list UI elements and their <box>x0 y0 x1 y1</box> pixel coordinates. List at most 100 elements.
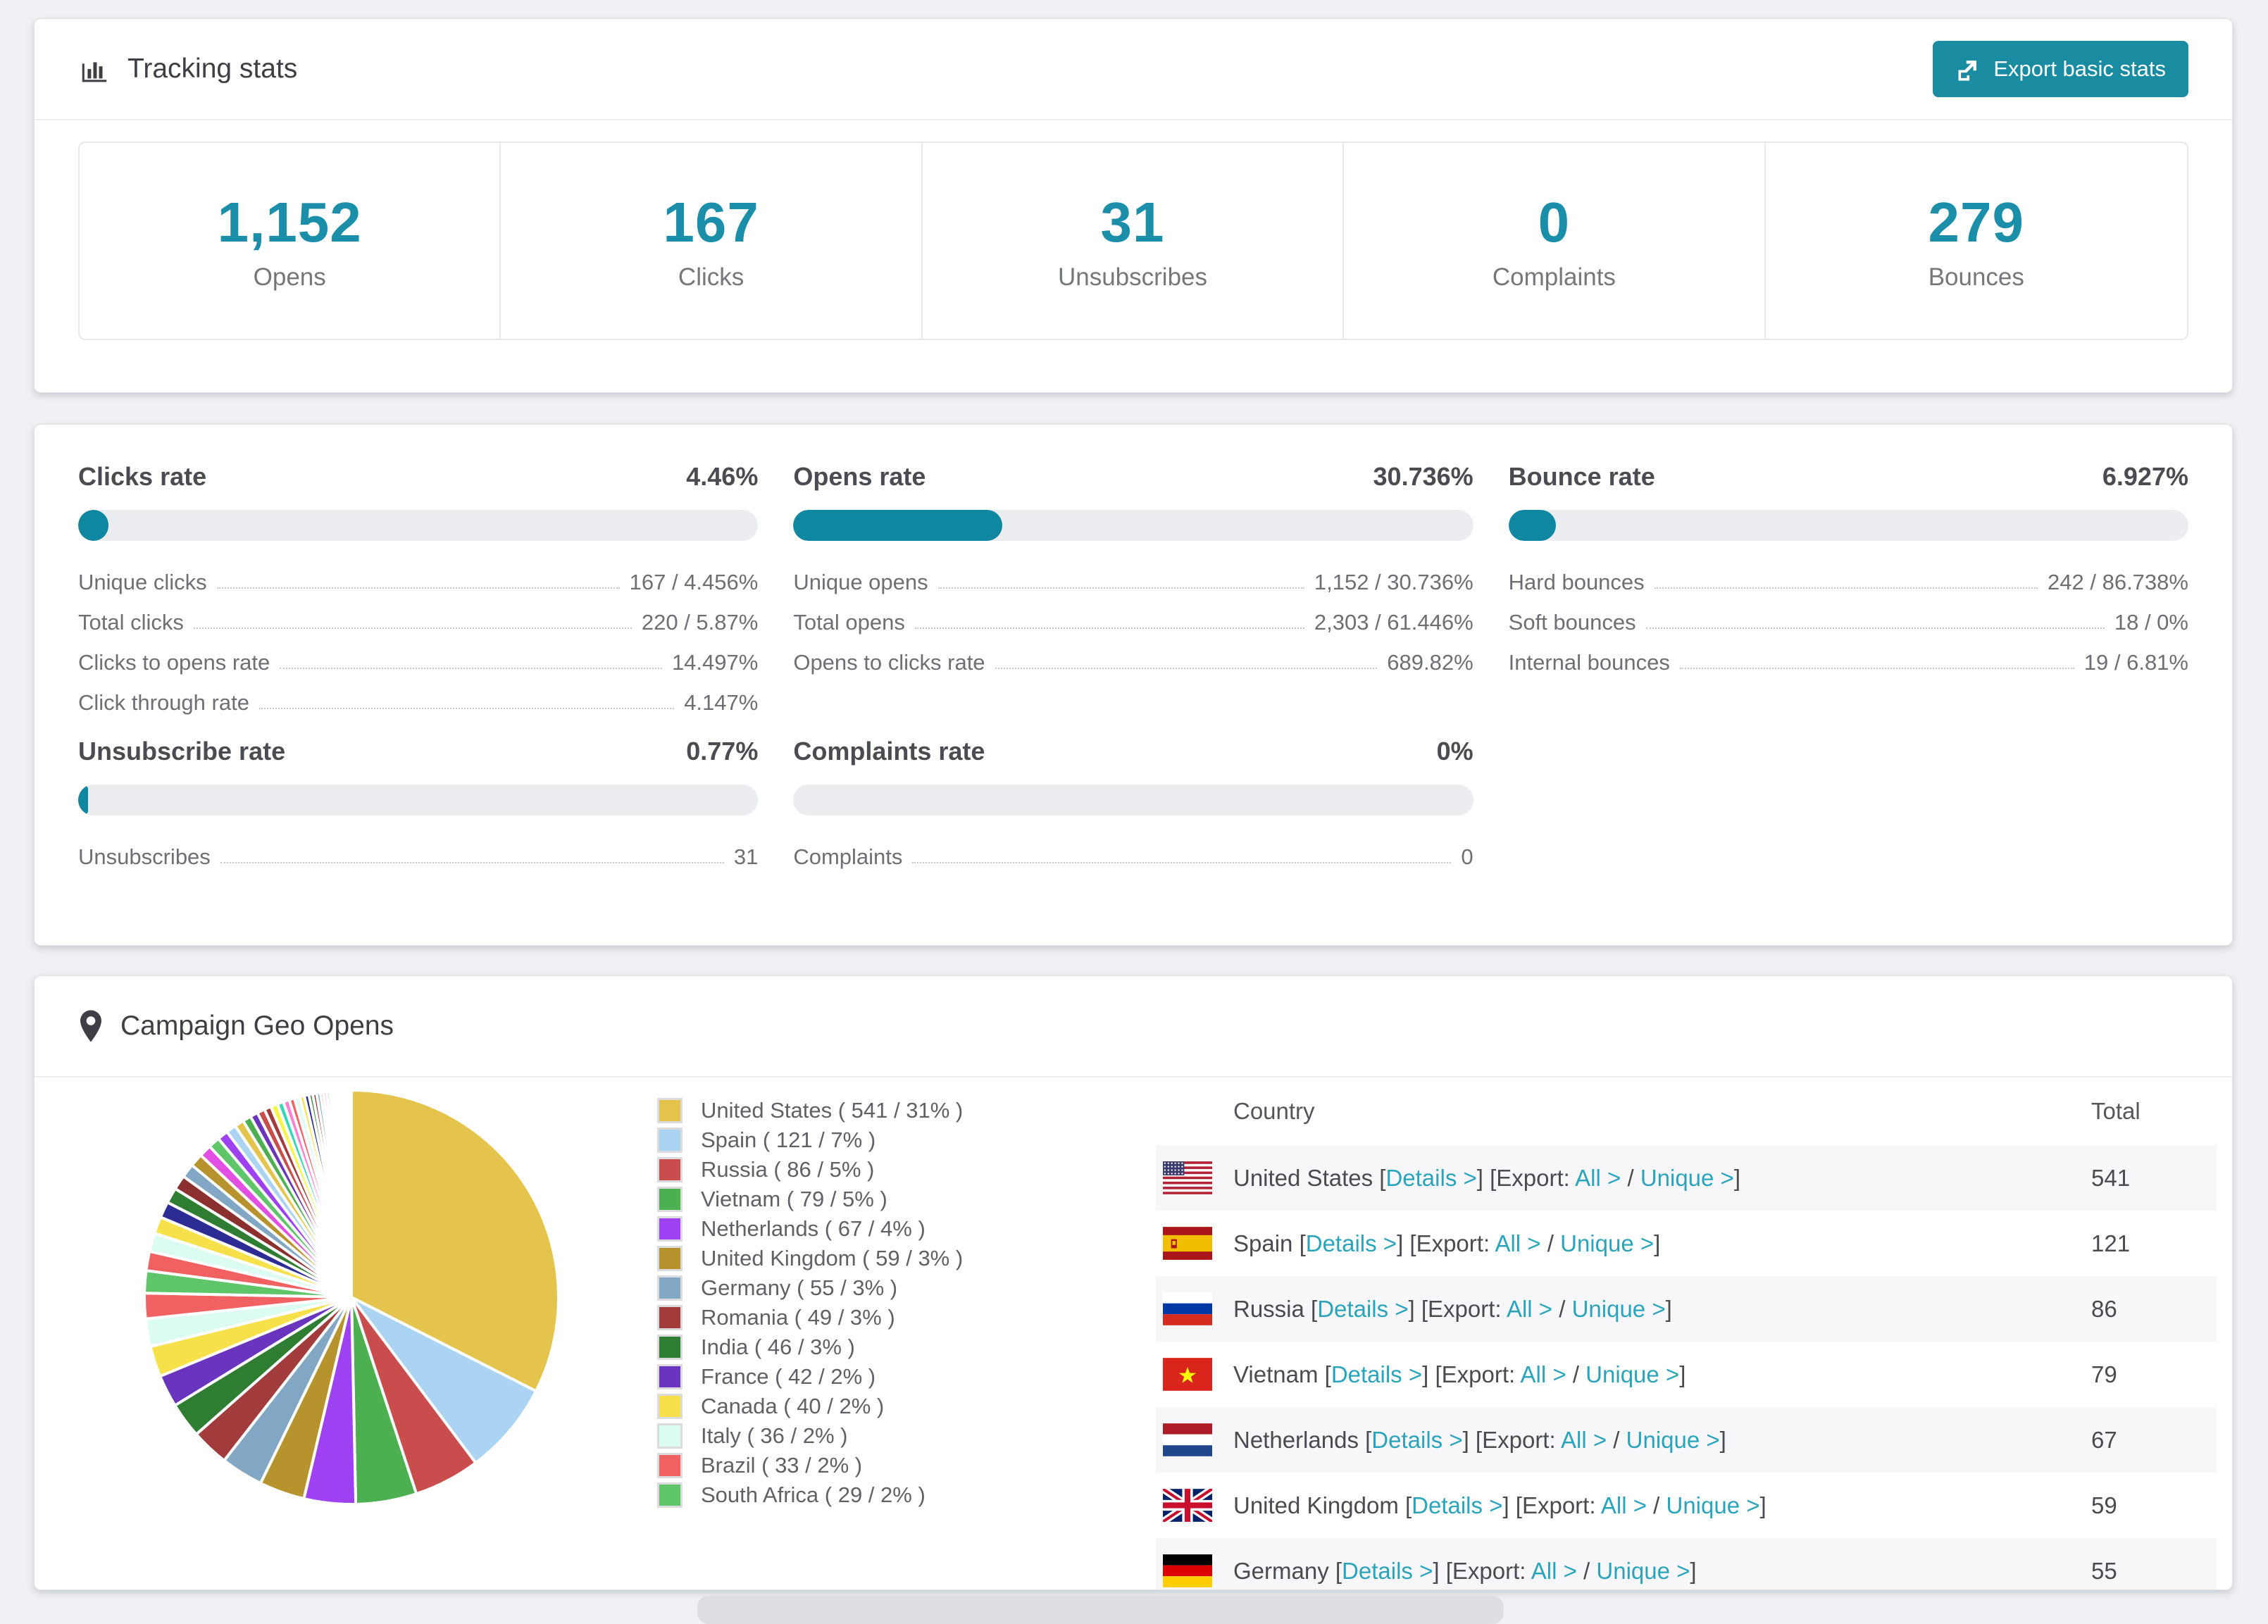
rate-detail-row: Total opens 2,303 / 61.446% <box>793 595 1473 635</box>
dotted-leader <box>937 587 1304 589</box>
geo-table-row-united-states: United States [Details >] [Export: All >… <box>1156 1145 2217 1211</box>
rate-row-label-click-through-rate: Click through rate <box>78 690 249 715</box>
legend-item-netherlands: Netherlands ( 67 / 4% ) <box>657 1214 963 1244</box>
details-link-vietnam[interactable]: Details > <box>1331 1361 1422 1387</box>
export-unique-link-united-kingdom[interactable]: Unique > <box>1666 1492 1760 1518</box>
country-cell-russia: Russia [Details >] [Export: All > / Uniq… <box>1233 1296 1672 1323</box>
export-basic-stats-label: Export basic stats <box>1993 56 2166 81</box>
export-all-link-netherlands[interactable]: All > <box>1561 1427 1607 1453</box>
bottom-overlay-panel <box>697 1596 1504 1624</box>
rate-block-unsubscribe-rate: Unsubscribe rate 0.77% Unsubscribes 31 <box>78 737 759 870</box>
legend-swatch-netherlands-icon <box>657 1216 683 1242</box>
rate-value-bounce-rate: 6.927% <box>2102 462 2188 491</box>
rate-detail-row: Opens to clicks rate 689.82% <box>793 635 1473 675</box>
details-link-russia[interactable]: Details > <box>1317 1296 1408 1322</box>
stat-box-bounces: 279 Bounces <box>1766 143 2187 339</box>
geo-total-russia: 86 <box>2091 1295 2117 1322</box>
rate-row-label-total-opens: Total opens <box>793 610 905 635</box>
export-all-link-russia[interactable]: All > <box>1507 1296 1552 1322</box>
stat-label-complaints: Complaints <box>1492 263 1616 291</box>
geo-total-united-kingdom: 59 <box>2091 1492 2117 1518</box>
geo-opens-table: Country Total United States [Details >] … <box>1156 1078 2217 1589</box>
rate-block-clicks-rate: Clicks rate 4.46% Unique clicks 167 / 4.456… <box>78 462 759 716</box>
geo-total-vietnam: 79 <box>2091 1361 2117 1387</box>
close-bracket: ] <box>1759 1492 1767 1518</box>
rate-value-complaints-rate: 0% <box>1436 737 1473 766</box>
rate-row-label-unique-opens: Unique opens <box>793 570 928 594</box>
stat-summary-boxes: 1,152 Opens 167 Clicks 31 Unsubscribes 0 Compla… <box>78 142 2188 340</box>
dotted-leader <box>280 668 662 669</box>
tracking-stats-card: Tracking stats Export basic stats 1,152 O… <box>34 18 2233 393</box>
close-bracket: ] <box>1733 1164 1740 1191</box>
legend-label-france: France ( 42 / 2% ) <box>701 1364 876 1389</box>
rate-detail-row: Unique opens 1,152 / 30.736% <box>793 555 1473 595</box>
export-unique-link-spain[interactable]: Unique > <box>1560 1230 1654 1256</box>
rate-row-value-total-clicks: 220 / 5.87% <box>641 610 759 635</box>
rate-detail-row: Internal bounces 19 / 6.81% <box>1509 635 2188 675</box>
export-all-link-spain[interactable]: All > <box>1495 1230 1540 1256</box>
rate-row-value-unsubscribes: 31 <box>733 844 759 869</box>
close-bracket: ] <box>1679 1361 1686 1387</box>
export-label: ] [Export: <box>1397 1230 1495 1256</box>
rate-detail-row: Total clicks 220 / 5.87% <box>78 595 758 635</box>
stat-value-complaints: 0 <box>1538 191 1571 254</box>
legend-swatch-spain-icon <box>657 1128 683 1153</box>
flag-de-icon <box>1163 1554 1212 1587</box>
export-label: ] [Export: <box>1462 1426 1561 1453</box>
details-link-netherlands[interactable]: Details > <box>1371 1427 1462 1453</box>
rate-row-value-clicks-to-opens-rate: 14.497% <box>671 650 759 675</box>
geo-table-row-russia: Russia [Details >] [Export: All > / Uniq… <box>1156 1276 2217 1342</box>
rate-detail-row: Unique clicks 167 / 4.456% <box>78 555 758 595</box>
rate-row-label-clicks-to-opens-rate: Clicks to opens rate <box>78 650 270 675</box>
export-basic-stats-button[interactable]: Export basic stats <box>1933 41 2188 97</box>
export-all-link-united-states[interactable]: All > <box>1575 1165 1621 1191</box>
country-name-united-kingdom: United Kingdom [ <box>1233 1492 1412 1518</box>
legend-label-brazil: Brazil ( 33 / 2% ) <box>701 1453 863 1478</box>
details-link-germany[interactable]: Details > <box>1342 1558 1433 1584</box>
flag-es-icon <box>1163 1227 1212 1260</box>
close-bracket: ] <box>1654 1230 1661 1256</box>
details-link-united-states[interactable]: Details > <box>1385 1165 1476 1191</box>
country-name-russia: Russia [ <box>1233 1295 1318 1322</box>
campaign-geo-opens-title-text: Campaign Geo Opens <box>120 1011 394 1041</box>
rate-progressbar-opens-rate <box>793 510 1473 541</box>
export-all-link-vietnam[interactable]: All > <box>1521 1361 1566 1387</box>
dotted-leader <box>258 708 675 709</box>
legend-item-russia: Russia ( 86 / 5% ) <box>657 1155 963 1185</box>
rate-value-clicks-rate: 4.46% <box>686 462 759 491</box>
details-link-spain[interactable]: Details > <box>1306 1230 1397 1256</box>
legend-swatch-russia-icon <box>657 1157 683 1182</box>
rate-detail-row: Soft bounces 18 / 0% <box>1509 595 2188 635</box>
legend-swatch-united-states-icon <box>657 1098 683 1123</box>
rate-detail-row: Complaints 0 <box>793 830 1473 870</box>
geo-table-header-total: Total <box>2091 1098 2141 1124</box>
campaign-geo-opens-card: Campaign Geo Opens United States ( 541 /… <box>34 975 2233 1590</box>
export-all-link-germany[interactable]: All > <box>1531 1558 1577 1584</box>
stat-value-unsubscribes: 31 <box>1100 191 1165 254</box>
legend-item-germany: Germany ( 55 / 3% ) <box>657 1273 963 1303</box>
export-unique-link-netherlands[interactable]: Unique > <box>1626 1427 1720 1453</box>
details-link-united-kingdom[interactable]: Details > <box>1412 1492 1502 1518</box>
export-all-link-united-kingdom[interactable]: All > <box>1601 1492 1647 1518</box>
export-unique-link-russia[interactable]: Unique > <box>1572 1296 1666 1322</box>
geo-total-united-states: 541 <box>2091 1164 2131 1191</box>
country-cell-united-kingdom: United Kingdom [Details >] [Export: All … <box>1233 1492 1767 1519</box>
legend-swatch-india-icon <box>657 1335 683 1360</box>
rate-row-value-complaints: 0 <box>1461 844 1473 869</box>
export-unique-link-vietnam[interactable]: Unique > <box>1585 1361 1679 1387</box>
rate-block-complaints-rate: Complaints rate 0% Complaints 0 <box>793 737 1473 870</box>
rate-row-label-soft-bounces: Soft bounces <box>1508 610 1636 635</box>
legend-label-spain: Spain ( 121 / 7% ) <box>701 1128 876 1152</box>
country-cell-united-states: United States [Details >] [Export: All >… <box>1233 1165 1740 1192</box>
geo-total-netherlands: 67 <box>2091 1426 2117 1453</box>
export-unique-link-united-states[interactable]: Unique > <box>1640 1165 1734 1191</box>
legend-item-india: India ( 46 / 3% ) <box>657 1332 963 1362</box>
export-icon <box>1958 61 1977 81</box>
rate-title-bounce-rate: Bounce rate <box>1508 462 1655 491</box>
export-label: ] [Export: <box>1408 1295 1507 1322</box>
legend-label-germany: Germany ( 55 / 3% ) <box>701 1275 898 1300</box>
rate-row-value-unique-clicks: 167 / 4.456% <box>629 570 759 594</box>
rates-card: Clicks rate 4.46% Unique clicks 167 / 4.456… <box>34 424 2233 946</box>
export-unique-link-germany[interactable]: Unique > <box>1596 1558 1690 1584</box>
rate-title-complaints-rate: Complaints rate <box>793 737 985 766</box>
